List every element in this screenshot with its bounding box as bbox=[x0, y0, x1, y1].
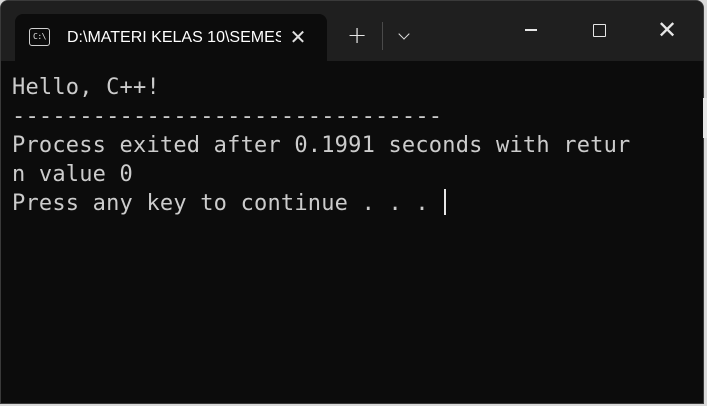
console-line: n value 0 bbox=[12, 162, 134, 187]
console-line: -------------------------------- bbox=[12, 104, 443, 129]
maximize-icon bbox=[592, 23, 606, 37]
terminal-window: C:\ D:\MATERI KELAS 10\SEMESTER 2\hello.… bbox=[0, 0, 704, 404]
console-prompt-line: Press any key to continue . . . bbox=[12, 189, 703, 218]
tab-divider bbox=[382, 22, 383, 50]
close-window-button[interactable]: ✕ bbox=[633, 1, 701, 59]
title-bar[interactable]: C:\ D:\MATERI KELAS 10\SEMESTER 2\hello.… bbox=[1, 1, 703, 61]
text-cursor bbox=[444, 189, 447, 215]
console-output[interactable]: Hello, C++! ----------------------------… bbox=[1, 61, 703, 403]
close-window-icon: ✕ bbox=[656, 16, 678, 44]
tab-title: D:\MATERI KELAS 10\SEMESTER 2\hello.exe bbox=[67, 29, 281, 46]
chevron-down-icon bbox=[398, 28, 410, 40]
console-line: Hello, C++! bbox=[12, 75, 160, 100]
close-tab-button[interactable]: ✕ bbox=[283, 24, 313, 50]
tab-dropdown-button[interactable] bbox=[387, 20, 421, 52]
console-line: Press any key to continue . . . bbox=[12, 191, 443, 216]
tab-terminal[interactable]: C:\ D:\MATERI KELAS 10\SEMESTER 2\hello.… bbox=[15, 14, 327, 61]
maximize-button[interactable] bbox=[565, 1, 633, 59]
console-line: Process exited after 0.1991 seconds with… bbox=[12, 133, 631, 158]
minimize-icon bbox=[525, 29, 537, 31]
terminal-icon: C:\ bbox=[29, 28, 50, 46]
minimize-button[interactable] bbox=[497, 1, 565, 59]
scrollbar[interactable] bbox=[703, 98, 707, 138]
close-icon: ✕ bbox=[289, 25, 307, 49]
new-tab-button[interactable]: + bbox=[337, 20, 377, 52]
